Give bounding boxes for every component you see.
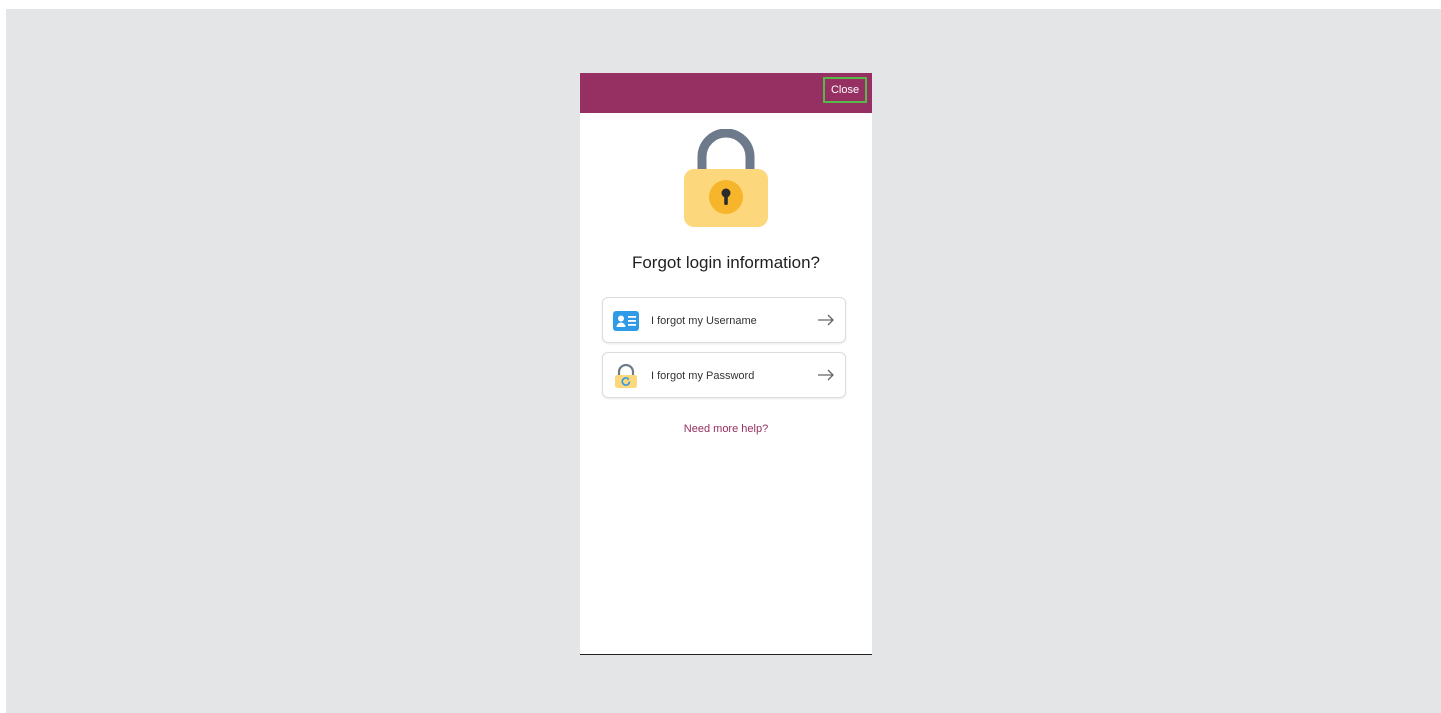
need-more-help-link[interactable]: Need more help? <box>580 423 872 435</box>
page-title: Forgot login information? <box>631 253 821 272</box>
padlock-icon <box>684 129 768 227</box>
phone-screen: Close Forgot login information? I forgot… <box>580 73 872 655</box>
id-card-icon <box>613 311 639 331</box>
arrow-right-icon <box>818 314 834 326</box>
forgot-username-label: I forgot my Username <box>651 315 757 327</box>
forgot-username-option[interactable]: I forgot my Username <box>602 297 846 343</box>
top-bar: Close <box>580 73 872 113</box>
forgot-password-option[interactable]: I forgot my Password <box>602 352 846 398</box>
forgot-password-label: I forgot my Password <box>651 370 755 382</box>
lock-reset-icon <box>615 364 637 388</box>
close-button[interactable]: Close <box>823 77 867 103</box>
arrow-right-icon <box>818 369 834 381</box>
